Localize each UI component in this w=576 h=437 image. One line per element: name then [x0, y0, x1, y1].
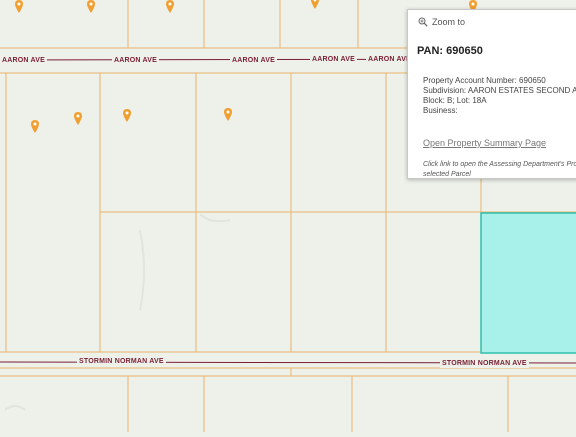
road-label-aaron-5: AARON AVE	[366, 56, 414, 64]
popup-note: Click link to open the Assessing Departm…	[423, 160, 576, 178]
block-lot-line: Block: B; Lot: 18A	[423, 96, 487, 105]
road-label-stormin-1: STORMIN NORMAN AVE	[77, 358, 166, 366]
road-label-aaron-1: AARON AVE	[0, 57, 48, 65]
map-pin-icon[interactable]	[74, 112, 82, 125]
account-number-line: Property Account Number: 690650	[423, 76, 546, 85]
map-pin-icon[interactable]	[123, 109, 131, 122]
property-summary-link[interactable]: Open Property Summary Page	[423, 138, 546, 148]
map-pin-icon[interactable]	[15, 0, 23, 13]
map-pin-icon[interactable]	[311, 0, 319, 9]
selected-parcel[interactable]	[480, 212, 576, 354]
zoom-to-button[interactable]: Zoom to	[418, 17, 465, 27]
zoom-icon	[418, 17, 428, 27]
zoom-to-label: Zoom to	[432, 17, 466, 27]
road-label-aaron-2: AARON AVE	[112, 57, 160, 65]
popup-note-line-2: selected Parcel	[423, 171, 471, 178]
subdivision-line: Subdivision: AARON ESTATES SECOND ADDITI…	[423, 86, 576, 95]
map-pin-icon[interactable]	[166, 0, 174, 13]
map-pin-icon[interactable]	[87, 0, 95, 13]
road-label-aaron-3: AARON AVE	[230, 57, 278, 65]
road-label-stormin-2: STORMIN NORMAN AVE	[440, 360, 529, 368]
map-pin-icon[interactable]	[224, 108, 232, 121]
popup-note-line-1: Click link to open the Assessing Departm…	[423, 161, 576, 168]
business-line: Business:	[423, 106, 458, 115]
popup-title: PAN: 690650	[417, 45, 483, 57]
parcel-popup: Zoom to PAN: 690650 Property Account Num…	[407, 9, 576, 179]
road-label-aaron-4: AARON AVE	[310, 56, 358, 64]
map-pin-icon[interactable]	[31, 120, 39, 133]
parcel-attributes: Property Account Number: 690650 Subdivis…	[423, 76, 576, 116]
